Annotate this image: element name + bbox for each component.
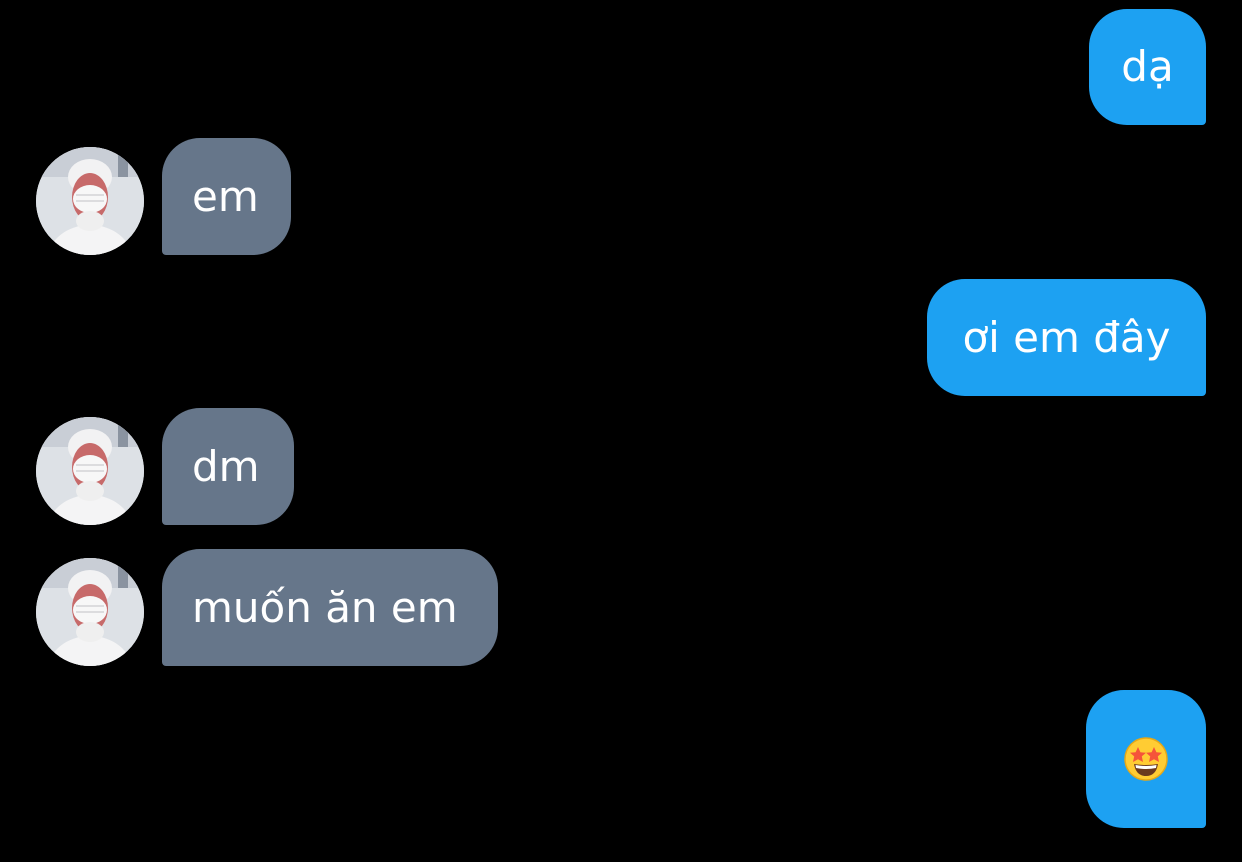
received-message-bubble[interactable]: muốn ăn em [162, 549, 498, 666]
message-text: dm [192, 441, 260, 491]
message-text: ơi em đây [962, 312, 1171, 362]
avatar[interactable] [36, 558, 144, 666]
avatar[interactable] [36, 417, 144, 525]
message-text: muốn ăn em [192, 582, 458, 632]
sent-message-bubble[interactable] [1086, 690, 1206, 828]
avatar-image [36, 417, 144, 525]
received-message-bubble[interactable]: em [162, 138, 291, 255]
avatar[interactable] [36, 147, 144, 255]
sent-message-bubble[interactable]: ơi em đây [927, 279, 1206, 396]
message-text: dạ [1121, 42, 1174, 91]
message-text: em [192, 171, 259, 221]
received-message-bubble[interactable]: dm [162, 408, 294, 525]
avatar-image [36, 147, 144, 255]
star-struck-emoji-icon [1124, 737, 1168, 781]
sent-message-bubble[interactable]: dạ [1089, 9, 1206, 125]
avatar-image [36, 558, 144, 666]
